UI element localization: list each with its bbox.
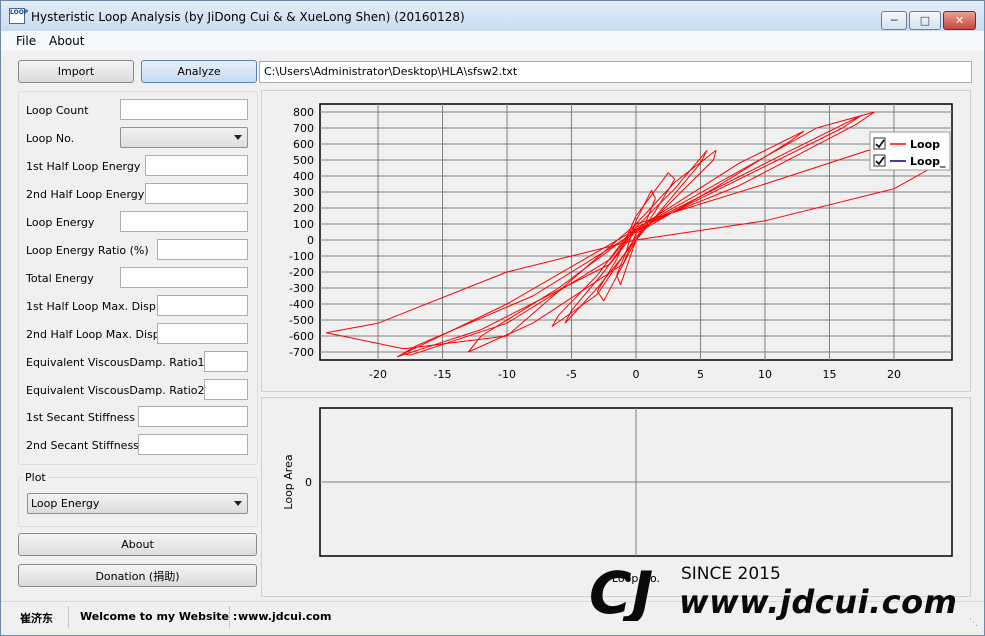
y-tick-label: -600 (289, 330, 314, 343)
status-author: 崔济东 (20, 612, 53, 625)
half2-max-disp-field[interactable] (157, 323, 248, 344)
status-url[interactable]: www.jdcui.com (238, 610, 331, 623)
y-tick-label: 200 (293, 202, 314, 215)
y-tick-label: -200 (289, 266, 314, 279)
half1-energy-label: 1st Half Loop Energy (26, 160, 141, 173)
y-axis-label: Loop Area (282, 454, 295, 509)
y-tick-label: 500 (293, 154, 314, 167)
x-tick-label: 15 (822, 368, 836, 381)
total-energy-label: Total Energy (26, 272, 94, 285)
half2-max-disp-label: 2nd Half Loop Max. Disp (26, 328, 160, 341)
x-tick-label: -10 (498, 368, 516, 381)
y-tick-label: 300 (293, 186, 314, 199)
donation-button[interactable]: Donation (捐助) (18, 564, 257, 587)
y-tick-label: -100 (289, 250, 314, 263)
window-title: Hysteristic Loop Analysis (by JiDong Cui… (31, 10, 465, 24)
plot-select[interactable]: Loop Energy (27, 493, 248, 514)
app-logo-icon: LOOP (9, 8, 28, 24)
status-divider (229, 606, 230, 628)
energy-ratio-label: Loop Energy Ratio (%) (26, 244, 149, 257)
secant1-field[interactable] (138, 406, 248, 427)
secant2-field[interactable] (138, 434, 248, 455)
y-tick-label: -700 (289, 346, 314, 359)
y-tick-label: 0 (307, 234, 314, 247)
jdcui-watermark: CJ SINCE 2015 www.jdcui.com (589, 559, 957, 621)
evd-ratio1-field[interactable] (204, 351, 248, 372)
loop-energy-field[interactable] (120, 211, 248, 232)
menu-about[interactable]: About (49, 34, 84, 48)
x-tick-label: 0 (633, 368, 640, 381)
evd-ratio2-field[interactable] (204, 379, 248, 400)
import-button[interactable]: Import (18, 60, 134, 83)
y-tick-label: 0 (305, 476, 312, 489)
x-tick-label: -20 (369, 368, 387, 381)
hysteresis-chart: -20 -15 -10 -5 0 5 10 15 20 800 700 600 500 400 300 200… (289, 103, 953, 381)
evd-ratio1-label: Equivalent ViscousDamp. Ratio1 (%) (26, 356, 228, 369)
secant1-label: 1st Secant Stiffness (26, 411, 135, 424)
watermark-since: SINCE 2015 (681, 564, 781, 584)
minimize-button[interactable]: ─ (881, 11, 907, 30)
total-energy-field[interactable] (120, 267, 248, 288)
chevron-down-icon (234, 135, 242, 140)
half1-max-disp-label: 1st Half Loop Max. Disp (26, 300, 156, 313)
watermark-logo: CJ (589, 559, 653, 621)
x-tick-label: 5 (697, 368, 704, 381)
chevron-down-icon (234, 501, 242, 506)
maximize-button[interactable]: □ (909, 11, 941, 30)
loop-no-select[interactable] (120, 127, 248, 148)
y-tick-label: 100 (293, 218, 314, 231)
half1-energy-field[interactable] (145, 155, 248, 176)
y-tick-label: 800 (293, 106, 314, 119)
main-window: LOOP Hysteristic Loop Analysis (by JiDon… (0, 0, 985, 636)
file-path-field[interactable]: C:\Users\Administrator\Desktop\HLA\sfsw2… (259, 61, 972, 83)
title-bar[interactable]: LOOP Hysteristic Loop Analysis (by JiDon… (1, 1, 984, 31)
energy-ratio-field[interactable] (157, 239, 248, 260)
y-tick-label: 600 (293, 138, 314, 151)
y-tick-label: -400 (289, 298, 314, 311)
x-tick-label: 10 (758, 368, 772, 381)
maximize-icon: □ (919, 14, 931, 27)
status-welcome: Welcome to my Website : (80, 610, 238, 623)
loop-energy-label: Loop Energy (26, 216, 95, 229)
loop-count-label: Loop Count (26, 104, 89, 117)
close-button[interactable]: ✕ (943, 11, 976, 30)
minimize-icon: ─ (890, 14, 898, 27)
y-tick-label: 700 (293, 122, 314, 135)
menu-bar: File About (1, 31, 984, 51)
plot-group-title: Plot (23, 471, 48, 484)
about-button[interactable]: About (18, 533, 257, 556)
analyze-button[interactable]: Analyze (141, 60, 257, 83)
half2-energy-label: 2nd Half Loop Energy (26, 188, 145, 201)
y-tick-label: -300 (289, 282, 314, 295)
evd-ratio2-label: Equivalent ViscousDamp. Ratio2 (%) (26, 384, 228, 397)
half1-max-disp-field[interactable] (157, 295, 248, 316)
hysteresis-chart-frame: -20 -15 -10 -5 0 5 10 15 20 800 700 600 500 400 300 200… (261, 90, 971, 392)
status-divider (68, 606, 69, 628)
legend-label: Loop_ (910, 155, 946, 168)
loop-no-label: Loop No. (26, 132, 75, 145)
legend-label: Loop (910, 138, 940, 151)
half2-energy-field[interactable] (145, 183, 248, 204)
y-tick-label: -500 (289, 314, 314, 327)
close-icon: ✕ (954, 14, 965, 27)
x-tick-label: -15 (434, 368, 452, 381)
plot-select-value: Loop Energy (31, 497, 100, 510)
y-tick-label: 400 (293, 170, 314, 183)
resize-grip-icon[interactable]: ⋱ (969, 618, 978, 628)
menu-file[interactable]: File (16, 34, 36, 48)
x-tick-label: 20 (887, 368, 901, 381)
loop-count-field[interactable] (120, 99, 248, 120)
secant2-label: 2nd Secant Stiffness (26, 439, 139, 452)
x-tick-label: -5 (566, 368, 577, 381)
watermark-url: www.jdcui.com (679, 583, 957, 621)
